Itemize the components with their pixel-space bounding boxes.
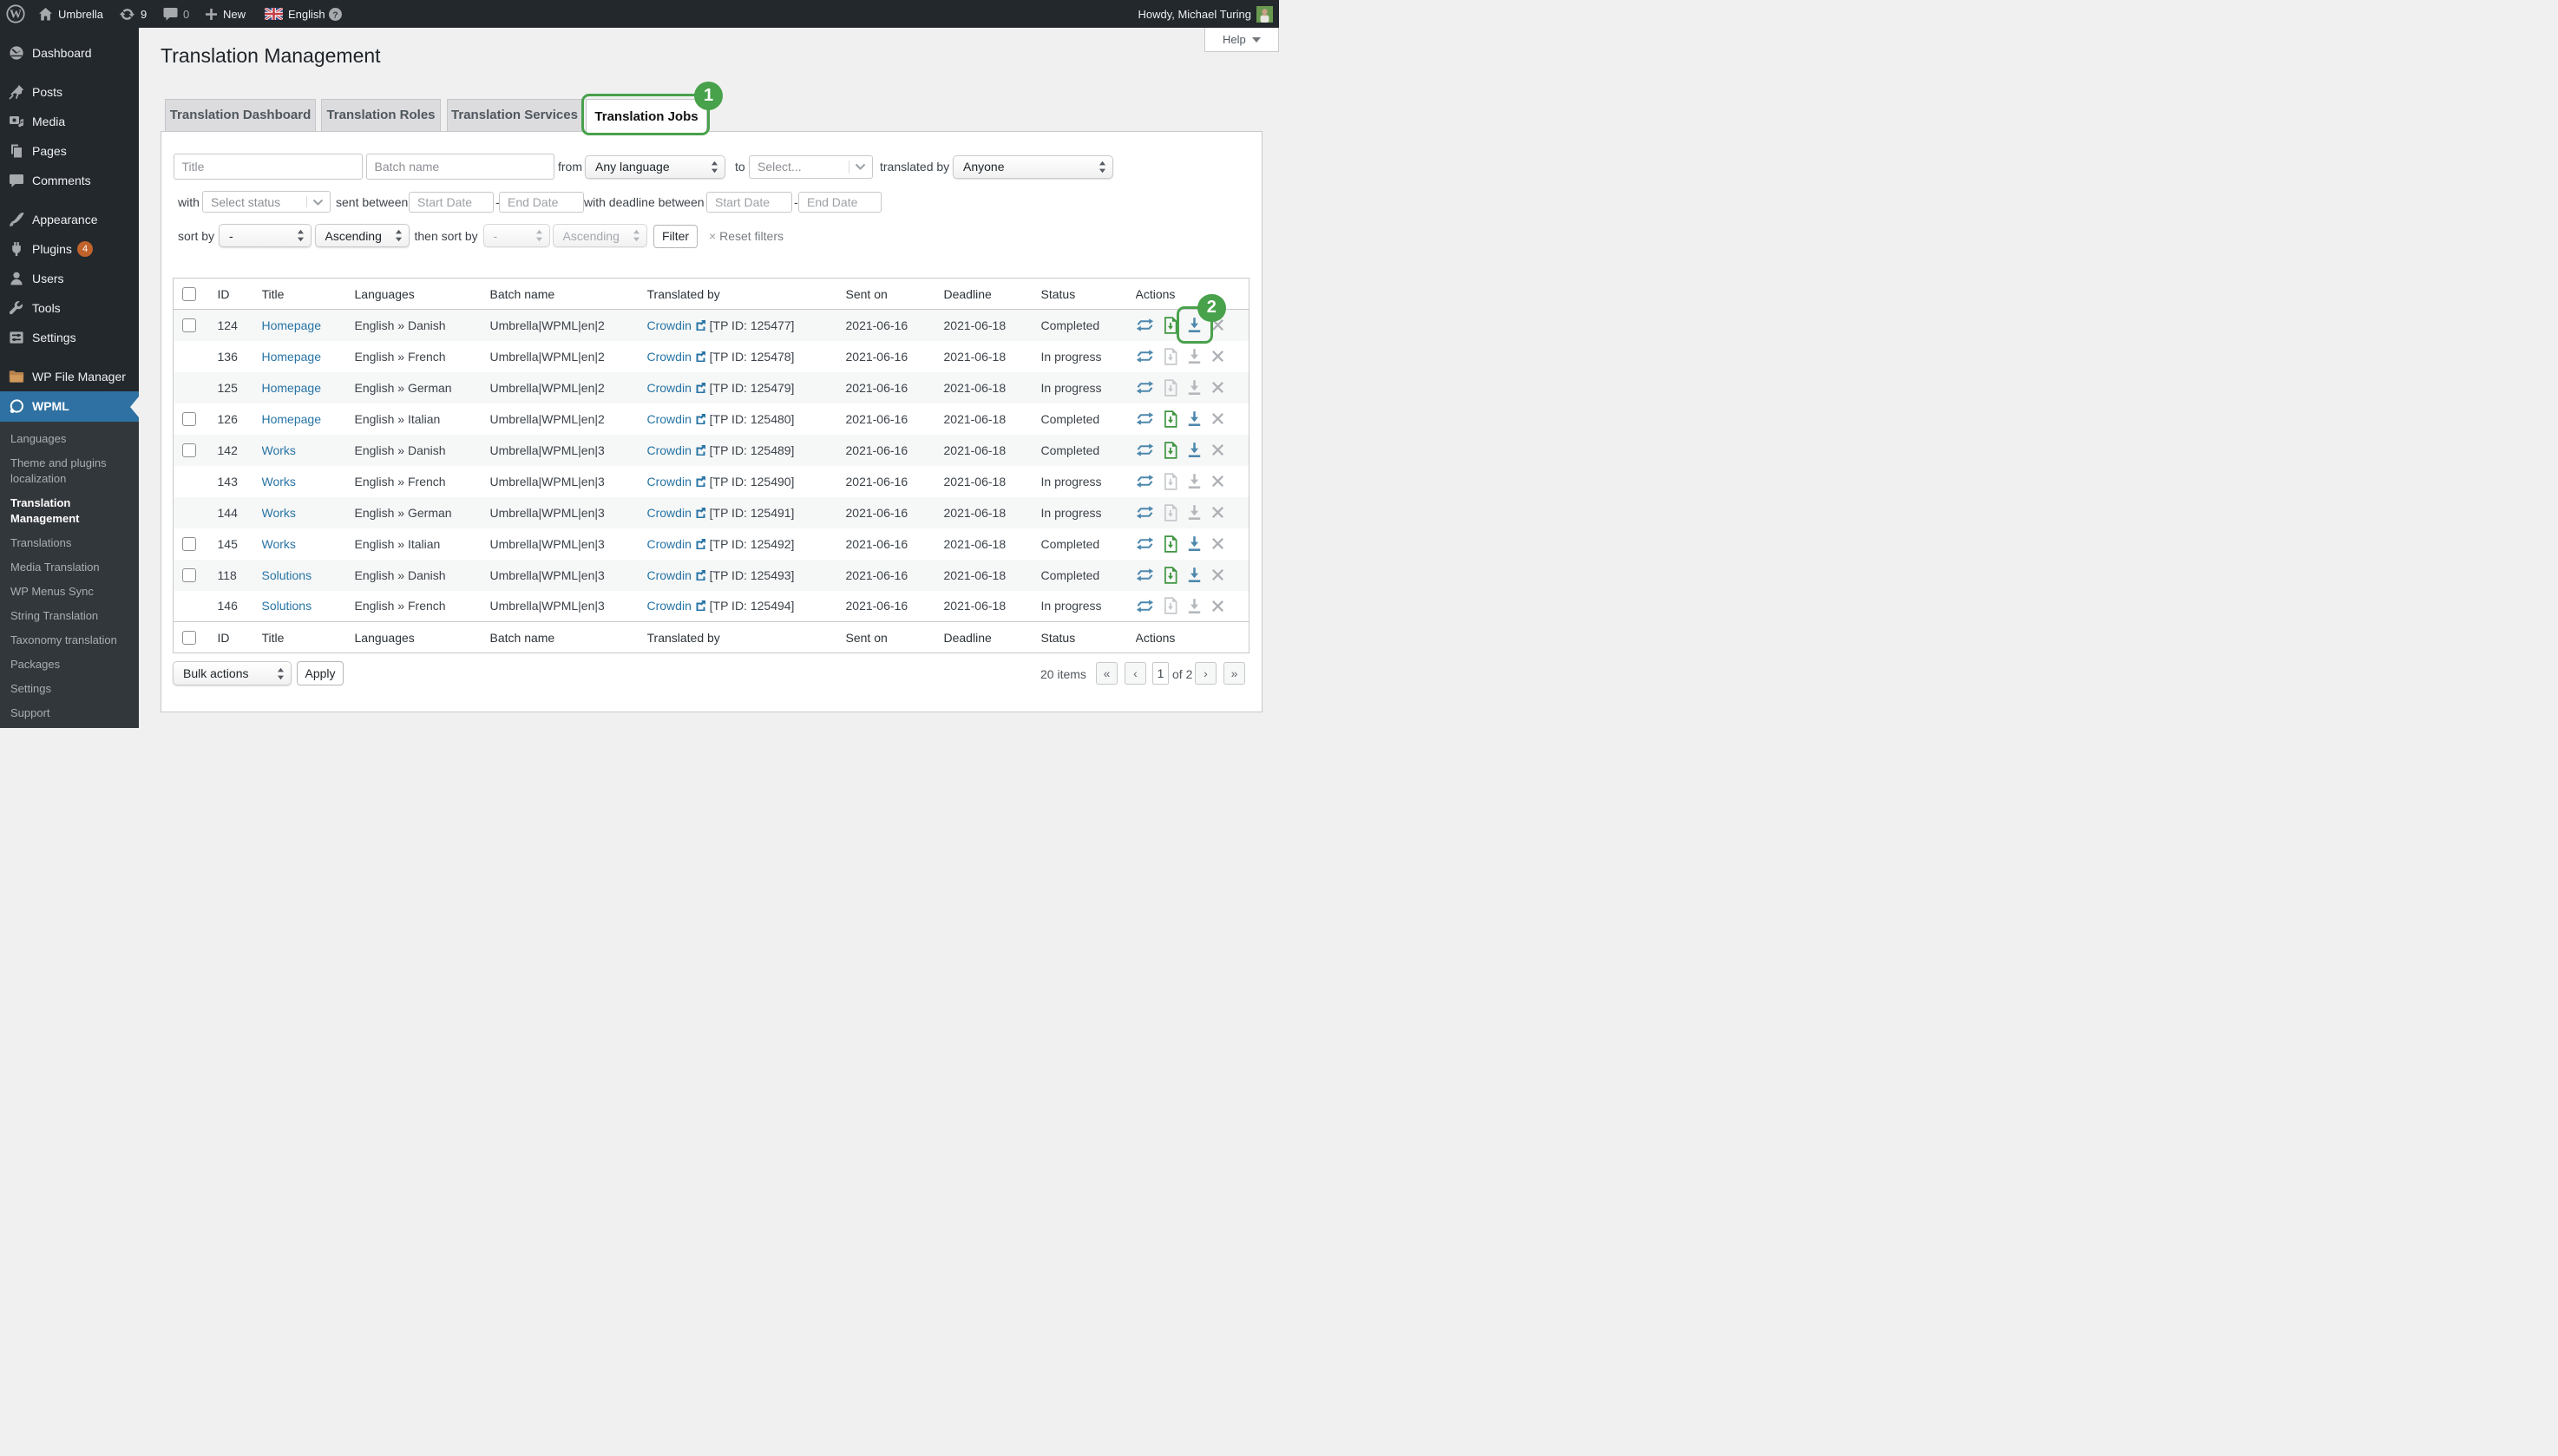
svg-text:W: W <box>10 9 22 22</box>
svg-text:?: ? <box>332 10 338 20</box>
